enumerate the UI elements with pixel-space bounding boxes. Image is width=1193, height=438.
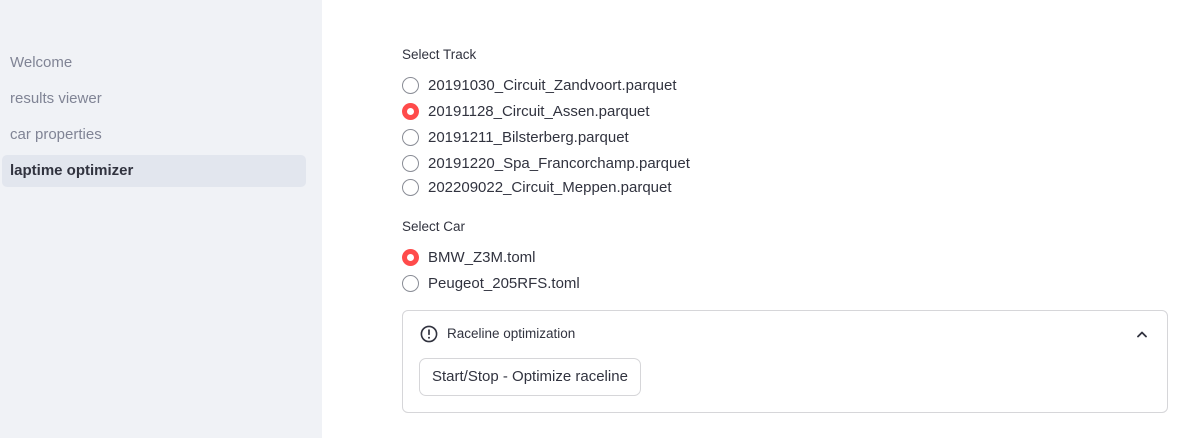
radio-button-checked[interactable] <box>402 248 419 266</box>
radio-button[interactable] <box>402 274 419 292</box>
radio-button[interactable] <box>402 178 419 196</box>
sidebar-item-laptime-optimizer[interactable]: laptime optimizer <box>2 155 306 187</box>
expander-title: Raceline optimization <box>447 326 576 341</box>
track-option-bilsterberg[interactable]: 20191211_Bilsterberg.parquet <box>402 126 629 148</box>
track-option-label: 20191128_Circuit_Assen.parquet <box>428 102 650 120</box>
radio-button[interactable] <box>402 154 419 172</box>
car-option-bmw[interactable]: BMW_Z3M.toml <box>402 246 536 268</box>
car-select-label: Select Car <box>402 219 466 234</box>
track-option-meppen[interactable]: 202209022_Circuit_Meppen.parquet <box>402 176 672 198</box>
sidebar-item-welcome[interactable]: Welcome <box>2 47 306 79</box>
car-option-peugeot[interactable]: Peugeot_205RFS.toml <box>402 272 580 294</box>
track-option-label: 20191030_Circuit_Zandvoort.parquet <box>428 76 677 94</box>
track-select-label: Select Track <box>402 47 477 62</box>
radio-button-checked[interactable] <box>402 102 419 120</box>
car-option-label: Peugeot_205RFS.toml <box>428 274 580 292</box>
radio-button[interactable] <box>402 76 419 94</box>
track-option-assen[interactable]: 20191128_Circuit_Assen.parquet <box>402 100 650 122</box>
chevron-up-icon[interactable] <box>1135 327 1149 341</box>
radio-button[interactable] <box>402 128 419 146</box>
sidebar: Welcome results viewer car properties la… <box>0 0 322 438</box>
main-content: Select Track 20191030_Circuit_Zandvoort.… <box>322 0 1193 438</box>
car-option-label: BMW_Z3M.toml <box>428 248 536 266</box>
sidebar-item-car-properties[interactable]: car properties <box>2 119 306 151</box>
track-option-label: 20191220_Spa_Francorchamp.parquet <box>428 154 690 172</box>
track-option-spa[interactable]: 20191220_Spa_Francorchamp.parquet <box>402 152 690 174</box>
track-option-label: 202209022_Circuit_Meppen.parquet <box>428 178 672 196</box>
optimize-raceline-button[interactable]: Start/Stop - Optimize raceline <box>419 358 641 396</box>
track-option-zandvoort[interactable]: 20191030_Circuit_Zandvoort.parquet <box>402 74 677 96</box>
exclamation-circle-icon <box>420 325 438 343</box>
expander-header[interactable]: Raceline optimization <box>403 311 1167 357</box>
sidebar-item-results-viewer[interactable]: results viewer <box>2 83 306 115</box>
track-option-label: 20191211_Bilsterberg.parquet <box>428 128 629 146</box>
raceline-expander: Raceline optimization Start/Stop - Optim… <box>402 310 1168 413</box>
